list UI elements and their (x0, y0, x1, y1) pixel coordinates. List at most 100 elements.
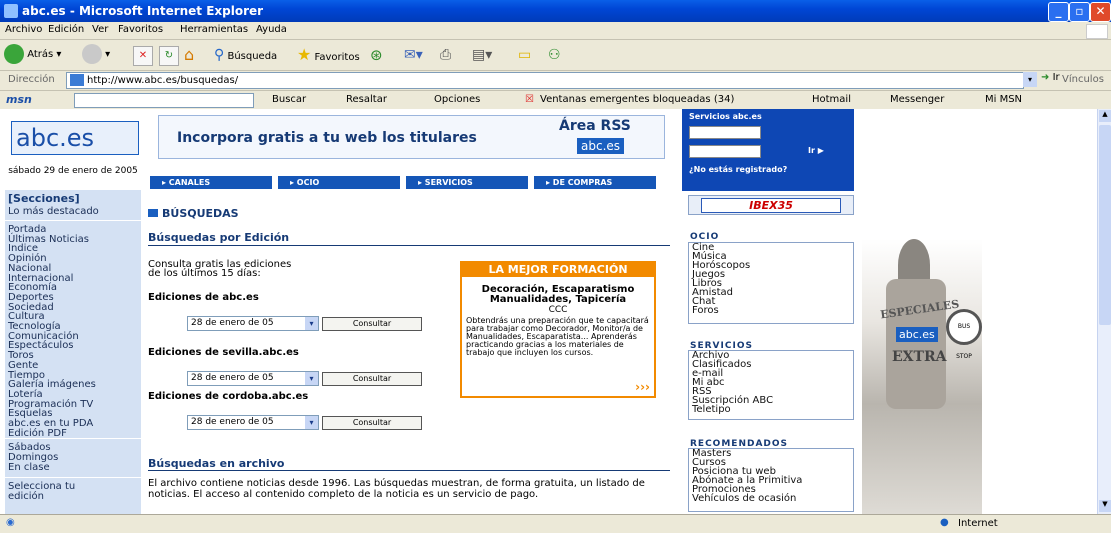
hotmail-button[interactable]: Hotmail (812, 94, 851, 105)
mymsn-button[interactable]: Mi MSN (985, 94, 1022, 105)
edition-date-value: 28 de enero de 05 (191, 417, 274, 427)
page-content: abc.es sábado 29 de enero de 2005 Incorp… (0, 109, 1097, 514)
forward-arrow-icon (82, 44, 102, 64)
logo-text: abc.es (16, 124, 95, 152)
edition-date-value: 28 de enero de 05 (191, 373, 274, 383)
edition-date-select[interactable]: 28 de enero de 05 ▾ (187, 415, 319, 430)
messenger-button[interactable]: Messenger (890, 94, 944, 105)
banner-text: Incorpora gratis a tu web los titulares (177, 130, 477, 146)
ad-title: Decoración, Escaparatismo Manualidades, … (481, 284, 635, 305)
login-go-button[interactable]: Ir ▶ (808, 146, 824, 155)
msn-search-button[interactable]: Buscar (272, 94, 306, 105)
links-label[interactable]: Vínculos (1062, 74, 1104, 85)
folder-icon[interactable]: ▭ (518, 44, 531, 66)
edit-icon[interactable]: ▤▾ (472, 44, 492, 66)
ie-icon (4, 4, 18, 18)
messenger-icon[interactable]: ⚇ (548, 44, 561, 66)
refresh-icon[interactable]: ↻ (159, 46, 179, 66)
windows-logo-icon (1086, 24, 1108, 39)
go-button[interactable]: ➜ Ir (1041, 72, 1060, 83)
forward-button[interactable]: ▾ (82, 44, 110, 66)
servicios-box: Archivo Clasificados e-mail Mi abc RSS Suscri… (688, 350, 854, 420)
back-button[interactable]: Atrás ▾ (4, 44, 61, 66)
scroll-thumb[interactable] (1099, 125, 1111, 325)
password-field[interactable] (689, 145, 761, 158)
go-arrow-icon: ➜ (1041, 72, 1050, 83)
user-field[interactable] (689, 126, 761, 139)
tab-de-compras[interactable]: ▸ DE COMPRAS (534, 176, 656, 189)
status-bar: ◉ ● Internet (0, 514, 1111, 533)
edition-date-select[interactable]: 28 de enero de 05 ▾ (187, 316, 319, 331)
msn-options-button[interactable]: Opciones (434, 94, 480, 105)
menu-ayuda[interactable]: Ayuda (256, 24, 287, 35)
msn-logo[interactable]: msn (6, 93, 32, 106)
msn-toolbar: msn Buscar Resaltar Opciones ☒ Ventanas … (0, 91, 1111, 110)
sidebar-divider (5, 220, 141, 221)
chevron-down-icon: ▾ (305, 317, 318, 330)
ibex-label: IBEX35 (701, 198, 841, 213)
featured-link[interactable]: Lo más destacado (8, 206, 99, 217)
search-label: Búsqueda (227, 51, 278, 62)
maximize-button[interactable]: ▫ (1069, 2, 1090, 22)
section-bullet-icon (148, 209, 158, 217)
menu-favoritos[interactable]: Favoritos (118, 24, 163, 35)
edition-date-select[interactable]: 28 de enero de 05 ▾ (187, 371, 319, 386)
zone-label: Internet (958, 518, 998, 529)
tab-ocio[interactable]: ▸ OCIO (278, 176, 400, 189)
services-login-box: Servicios abc.es Ir ▶ ¿No estás registra… (682, 109, 854, 191)
rss-banner[interactable]: Incorpora gratis a tu web los titulares … (158, 115, 665, 159)
edition-label: Ediciones de sevilla.abc.es (148, 347, 299, 358)
search-button[interactable]: ⚲ Búsqueda (214, 44, 277, 66)
sidebar-select-edition[interactable]: Selecciona tu edición (8, 482, 108, 502)
vertical-scrollbar[interactable]: ▲ ▼ (1097, 109, 1111, 514)
ibex-box[interactable]: IBEX35 (688, 195, 854, 215)
ocio-box: Cine Música Horóscopos Juegos Libros Amistad C… (688, 242, 854, 324)
media-icon[interactable]: ⊛ (370, 44, 383, 66)
menu-ver[interactable]: Ver (92, 24, 108, 35)
home-icon[interactable]: ⌂ (184, 44, 204, 66)
servicios-item[interactable]: Mi abc (689, 378, 853, 388)
section-title: BÚSQUEDAS (162, 207, 239, 220)
sidebar: [Secciones] Lo más destacado Portada Últi… (5, 190, 141, 514)
extra-text: EXTRA (892, 349, 947, 365)
favorites-button[interactable]: ★ Favoritos (297, 44, 360, 66)
menu-herramientas[interactable]: Herramientas (180, 24, 248, 35)
register-link[interactable]: ¿No estás registrado? (689, 165, 787, 174)
tab-canales[interactable]: ▸ CANALES (150, 176, 272, 189)
close-button[interactable]: ✕ (1090, 2, 1111, 22)
servicios-item[interactable]: Teletipo (689, 405, 853, 415)
msn-search-input[interactable] (74, 93, 254, 108)
msn-highlight-button[interactable]: Resaltar (346, 94, 387, 105)
address-input[interactable]: http://www.abc.es/busquedas/ (66, 72, 1024, 89)
tab-servicios[interactable]: ▸ SERVICIOS (406, 176, 528, 189)
address-label: Dirección (8, 74, 55, 85)
consultar-button[interactable]: Consultar (322, 317, 422, 331)
popup-blocker-button[interactable]: Ventanas emergentes bloqueadas (34) (540, 94, 734, 105)
chevron-down-icon: ▾ (305, 416, 318, 429)
print-icon[interactable]: ⎙ (440, 44, 451, 66)
search-icon: ⚲ (214, 47, 225, 63)
address-dropdown[interactable]: ▾ (1023, 72, 1037, 87)
menu-archivo[interactable]: Archivo (5, 24, 42, 35)
logo[interactable]: abc.es (11, 121, 139, 155)
recomendados-item[interactable]: Vehículos de ocasión (689, 494, 853, 504)
specials-image[interactable]: ESPECIALES abc.es EXTRA BUS STOP (862, 239, 982, 514)
ocio-title: OCIO (690, 232, 720, 242)
scroll-down-icon[interactable]: ▼ (1099, 500, 1111, 512)
ad-arrows: ››› (635, 380, 650, 394)
consultar-button[interactable]: Consultar (322, 416, 422, 430)
stop-icon[interactable]: ✕ (133, 46, 153, 66)
sidebar-divider (5, 477, 141, 478)
star-icon: ★ (297, 45, 312, 64)
toolbar: Atrás ▾ ▾ ✕ ↻ ⌂ ⚲ Búsqueda ★ Favoritos ⊛… (0, 40, 1111, 71)
sidebar-link-en-clase[interactable]: En clase (8, 463, 50, 473)
ad-box[interactable]: LA MEJOR FORMACIÓN Decoración, Escaparat… (460, 261, 656, 398)
menu-edicion[interactable]: Edición (48, 24, 84, 35)
bus-stop-text: BUS STOP (956, 323, 972, 360)
minimize-button[interactable]: _ (1048, 2, 1069, 22)
scroll-up-icon[interactable]: ▲ (1099, 110, 1111, 122)
consultar-button[interactable]: Consultar (322, 372, 422, 386)
recomendados-box: Masters Cursos Posiciona tu web Abónate a l… (688, 448, 854, 512)
ocio-item[interactable]: Foros (689, 306, 853, 316)
mail-icon[interactable]: ✉▾ (404, 44, 423, 66)
